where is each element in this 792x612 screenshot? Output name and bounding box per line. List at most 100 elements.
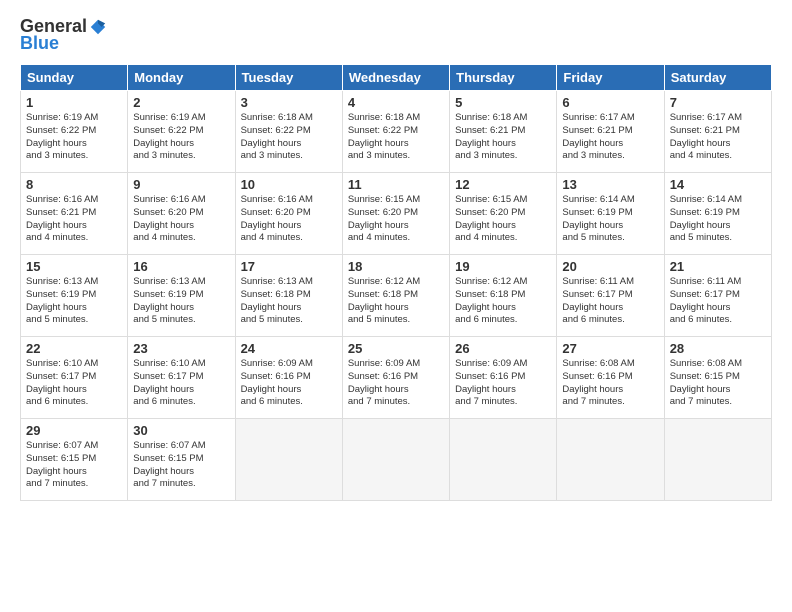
- table-row: 12 Sunrise: 6:15 AMSunset: 6:20 PMDayligh…: [450, 173, 557, 255]
- day-number: 1: [26, 95, 122, 110]
- day-info: Sunrise: 6:10 AMSunset: 6:17 PMDaylight …: [133, 358, 205, 407]
- day-info: Sunrise: 6:18 AMSunset: 6:21 PMDaylight …: [455, 112, 527, 161]
- day-number: 28: [670, 341, 766, 356]
- day-number: 20: [562, 259, 658, 274]
- header-monday: Monday: [128, 65, 235, 91]
- table-row: 1 Sunrise: 6:19 AMSunset: 6:22 PMDaylight…: [21, 91, 128, 173]
- page: General Blue Sunday Monday Tuesday Wedne…: [0, 0, 792, 612]
- table-row: 7 Sunrise: 6:17 AMSunset: 6:21 PMDaylight…: [664, 91, 771, 173]
- day-number: 3: [241, 95, 337, 110]
- logo: General Blue: [20, 16, 107, 54]
- table-row: 14 Sunrise: 6:14 AMSunset: 6:19 PMDayligh…: [664, 173, 771, 255]
- day-info: Sunrise: 6:08 AMSunset: 6:16 PMDaylight …: [562, 358, 634, 407]
- day-number: 30: [133, 423, 229, 438]
- header-saturday: Saturday: [664, 65, 771, 91]
- day-info: Sunrise: 6:07 AMSunset: 6:15 PMDaylight …: [133, 440, 205, 489]
- table-row: 19 Sunrise: 6:12 AMSunset: 6:18 PMDayligh…: [450, 255, 557, 337]
- table-row: 24 Sunrise: 6:09 AMSunset: 6:16 PMDayligh…: [235, 337, 342, 419]
- day-info: Sunrise: 6:12 AMSunset: 6:18 PMDaylight …: [455, 276, 527, 325]
- day-info: Sunrise: 6:18 AMSunset: 6:22 PMDaylight …: [241, 112, 313, 161]
- header: General Blue: [20, 16, 772, 54]
- day-info: Sunrise: 6:17 AMSunset: 6:21 PMDaylight …: [670, 112, 742, 161]
- day-info: Sunrise: 6:14 AMSunset: 6:19 PMDaylight …: [562, 194, 634, 243]
- table-row: 6Sunrise: 6:17 AMSunset: 6:21 PMDaylight…: [557, 91, 664, 173]
- day-number: 15: [26, 259, 122, 274]
- day-info: Sunrise: 6:09 AMSunset: 6:16 PMDaylight …: [241, 358, 313, 407]
- day-number: 10: [241, 177, 337, 192]
- day-number: 11: [348, 177, 444, 192]
- day-number: 24: [241, 341, 337, 356]
- day-number: 6: [562, 95, 658, 110]
- day-info: Sunrise: 6:19 AMSunset: 6:22 PMDaylight …: [133, 112, 205, 161]
- table-row: 9 Sunrise: 6:16 AMSunset: 6:20 PMDaylight…: [128, 173, 235, 255]
- table-row: 20 Sunrise: 6:11 AMSunset: 6:17 PMDayligh…: [557, 255, 664, 337]
- table-row: 29Sunrise: 6:07 AMSunset: 6:15 PMDayligh…: [21, 419, 128, 501]
- day-info: Sunrise: 6:16 AMSunset: 6:21 PMDaylight …: [26, 194, 98, 243]
- day-number: 5: [455, 95, 551, 110]
- table-row: 27 Sunrise: 6:08 AMSunset: 6:16 PMDayligh…: [557, 337, 664, 419]
- day-info: Sunrise: 6:11 AMSunset: 6:17 PMDaylight …: [670, 276, 742, 325]
- day-number: 25: [348, 341, 444, 356]
- table-row: 5 Sunrise: 6:18 AMSunset: 6:21 PMDaylight…: [450, 91, 557, 173]
- table-row: 17 Sunrise: 6:13 AMSunset: 6:18 PMDayligh…: [235, 255, 342, 337]
- header-friday: Friday: [557, 65, 664, 91]
- day-number: 13: [562, 177, 658, 192]
- calendar-row: 8 Sunrise: 6:16 AMSunset: 6:21 PMDaylight…: [21, 173, 772, 255]
- day-number: 7: [670, 95, 766, 110]
- header-sunday: Sunday: [21, 65, 128, 91]
- day-number: 18: [348, 259, 444, 274]
- day-info: Sunrise: 6:15 AMSunset: 6:20 PMDaylight …: [348, 194, 420, 243]
- day-info: Sunrise: 6:13 AMSunset: 6:19 PMDaylight …: [133, 276, 205, 325]
- day-number: 19: [455, 259, 551, 274]
- table-row: 28 Sunrise: 6:08 AMSunset: 6:15 PMDayligh…: [664, 337, 771, 419]
- table-row: 21Sunrise: 6:11 AMSunset: 6:17 PMDayligh…: [664, 255, 771, 337]
- day-number: 14: [670, 177, 766, 192]
- table-row: 10Sunrise: 6:16 AMSunset: 6:20 PMDayligh…: [235, 173, 342, 255]
- day-info: Sunrise: 6:09 AMSunset: 6:16 PMDaylight …: [455, 358, 527, 407]
- day-number: 26: [455, 341, 551, 356]
- day-info: Sunrise: 6:11 AMSunset: 6:17 PMDaylight …: [562, 276, 634, 325]
- day-number: 16: [133, 259, 229, 274]
- day-number: 22: [26, 341, 122, 356]
- table-row: [235, 419, 342, 501]
- table-row: 4 Sunrise: 6:18 AMSunset: 6:22 PMDaylight…: [342, 91, 449, 173]
- day-number: 12: [455, 177, 551, 192]
- table-row: 3 Sunrise: 6:18 AMSunset: 6:22 PMDaylight…: [235, 91, 342, 173]
- day-number: 4: [348, 95, 444, 110]
- table-row: 25 Sunrise: 6:09 AMSunset: 6:16 PMDayligh…: [342, 337, 449, 419]
- day-number: 27: [562, 341, 658, 356]
- day-info: Sunrise: 6:08 AMSunset: 6:15 PMDaylight …: [670, 358, 742, 407]
- day-info: Sunrise: 6:18 AMSunset: 6:22 PMDaylight …: [348, 112, 420, 161]
- table-row: 30 Sunrise: 6:07 AMSunset: 6:15 PMDayligh…: [128, 419, 235, 501]
- day-number: 17: [241, 259, 337, 274]
- calendar-row: 22 Sunrise: 6:10 AMSunset: 6:17 PMDayligh…: [21, 337, 772, 419]
- table-row: 2 Sunrise: 6:19 AMSunset: 6:22 PMDaylight…: [128, 91, 235, 173]
- day-info: Sunrise: 6:16 AMSunset: 6:20 PMDaylight …: [133, 194, 205, 243]
- logo-blue-text: Blue: [20, 33, 59, 54]
- calendar-row: 15 Sunrise: 6:13 AMSunset: 6:19 PMDayligh…: [21, 255, 772, 337]
- day-info: Sunrise: 6:19 AMSunset: 6:22 PMDaylight …: [26, 112, 98, 161]
- table-row: [557, 419, 664, 501]
- table-row: [664, 419, 771, 501]
- day-info: Sunrise: 6:15 AMSunset: 6:20 PMDaylight …: [455, 194, 527, 243]
- table-row: 8 Sunrise: 6:16 AMSunset: 6:21 PMDaylight…: [21, 173, 128, 255]
- day-number: 2: [133, 95, 229, 110]
- day-info: Sunrise: 6:09 AMSunset: 6:16 PMDaylight …: [348, 358, 420, 407]
- table-row: [342, 419, 449, 501]
- table-row: 23 Sunrise: 6:10 AMSunset: 6:17 PMDayligh…: [128, 337, 235, 419]
- day-info: Sunrise: 6:13 AMSunset: 6:18 PMDaylight …: [241, 276, 313, 325]
- day-info: Sunrise: 6:07 AMSunset: 6:15 PMDaylight …: [26, 440, 98, 489]
- table-row: 22 Sunrise: 6:10 AMSunset: 6:17 PMDayligh…: [21, 337, 128, 419]
- table-row: 11 Sunrise: 6:15 AMSunset: 6:20 PMDayligh…: [342, 173, 449, 255]
- day-info: Sunrise: 6:10 AMSunset: 6:17 PMDaylight …: [26, 358, 98, 407]
- day-info: Sunrise: 6:14 AMSunset: 6:19 PMDaylight …: [670, 194, 742, 243]
- day-number: 8: [26, 177, 122, 192]
- header-tuesday: Tuesday: [235, 65, 342, 91]
- day-number: 23: [133, 341, 229, 356]
- table-row: 16 Sunrise: 6:13 AMSunset: 6:19 PMDayligh…: [128, 255, 235, 337]
- table-row: 15Sunrise: 6:13 AMSunset: 6:19 PMDayligh…: [21, 255, 128, 337]
- day-number: 9: [133, 177, 229, 192]
- calendar-row: 1 Sunrise: 6:19 AMSunset: 6:22 PMDaylight…: [21, 91, 772, 173]
- table-row: 13 Sunrise: 6:14 AMSunset: 6:19 PMDayligh…: [557, 173, 664, 255]
- header-thursday: Thursday: [450, 65, 557, 91]
